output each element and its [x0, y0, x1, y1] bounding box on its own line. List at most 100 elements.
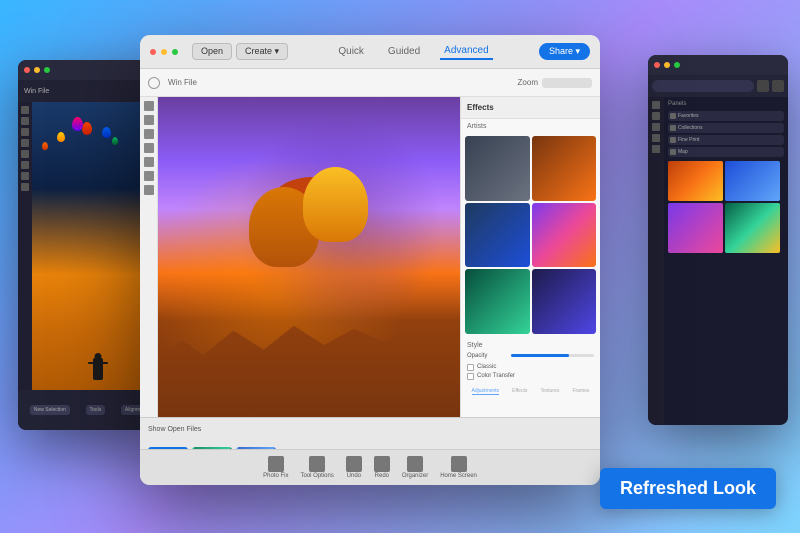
right-sidebar-icon-5[interactable] [652, 145, 660, 153]
right-sidebar-icon-4[interactable] [652, 134, 660, 142]
right-sidebar-icon-3[interactable] [652, 123, 660, 131]
artists-label: Artists [461, 119, 600, 132]
home-screen-label: Home Screen [440, 473, 477, 479]
adj-effects[interactable]: Effects [512, 388, 527, 394]
classic-checkbox[interactable] [467, 364, 474, 371]
shape-tool[interactable] [144, 185, 154, 195]
style-label: Style [461, 338, 600, 351]
right-panel-map[interactable]: Map [668, 147, 784, 157]
tool-5[interactable] [21, 150, 29, 158]
redo-icon [374, 456, 390, 472]
opacity-fill [511, 354, 569, 357]
right-max-dot[interactable] [674, 62, 680, 68]
undo-icon [346, 456, 362, 472]
expand-dot[interactable] [44, 67, 50, 73]
right-panel-favorites[interactable]: Favorites [668, 111, 784, 121]
tool-3[interactable] [21, 128, 29, 136]
balloon-small2 [112, 137, 118, 145]
right-photo-row-1 [668, 161, 784, 201]
search-icon[interactable] [148, 77, 160, 89]
right-min-dot[interactable] [664, 62, 670, 68]
panel-dot-3 [670, 137, 676, 143]
right-icon-btn-2[interactable] [772, 80, 784, 92]
right-photo-stack [668, 161, 784, 253]
right-panel-collections[interactable]: Collections [668, 123, 784, 133]
text-tool[interactable] [144, 171, 154, 181]
tool-7[interactable] [21, 172, 29, 180]
color-transfer-row: Color Transfer [467, 373, 594, 380]
opacity-slider[interactable] [511, 354, 594, 357]
right-close-dot[interactable] [654, 62, 660, 68]
toolbar-label: Win File [168, 78, 197, 87]
tool-options-icon [309, 456, 325, 472]
adj-frames[interactable]: Frames [572, 388, 589, 394]
create-button[interactable]: Create ▾ [236, 43, 288, 60]
select-tool[interactable] [144, 101, 154, 111]
left-tool-panel [140, 97, 158, 417]
panel-thumb-6[interactable] [532, 269, 597, 334]
left-btn-1[interactable]: New Selection [30, 405, 70, 415]
brush-tool[interactable] [144, 129, 154, 139]
organizer-item[interactable]: Organizer [402, 456, 428, 479]
adj-textures[interactable]: Textures [540, 388, 559, 394]
photo-fix-tool[interactable]: Photo Fix [263, 456, 288, 479]
tool-options-item[interactable]: Tool Options [300, 456, 333, 479]
panel-dot-4 [670, 149, 676, 155]
tab-advanced[interactable]: Advanced [440, 43, 492, 60]
right-panels: Favorites Collections Fine Print Map [668, 111, 784, 157]
clone-tool[interactable] [144, 157, 154, 167]
effects-panel: Effects Artists Style Opacity Cl [460, 97, 600, 417]
undo-item[interactable]: Undo [346, 456, 362, 479]
center-min-dot[interactable] [161, 49, 167, 55]
right-photo-1[interactable] [668, 161, 723, 201]
tool-1[interactable] [21, 106, 29, 114]
panel-thumb-5[interactable] [465, 269, 530, 334]
right-photo-3[interactable] [668, 203, 723, 253]
minimize-dot[interactable] [34, 67, 40, 73]
undo-label: Undo [347, 473, 361, 479]
right-photo-4[interactable] [725, 203, 780, 253]
heal-tool[interactable] [144, 143, 154, 153]
strip-top-bar: Show Open Files [140, 418, 600, 440]
close-dot[interactable] [24, 67, 30, 73]
center-window: Open Create ▾ Quick Guided Advanced Shar… [140, 35, 600, 485]
right-icon-btn-1[interactable] [757, 80, 769, 92]
tool-6[interactable] [21, 161, 29, 169]
tool-8[interactable] [21, 183, 29, 191]
crop-tool[interactable] [144, 115, 154, 125]
balloon-red [82, 122, 92, 135]
right-search-bar[interactable] [652, 80, 754, 92]
redo-item[interactable]: Redo [374, 456, 390, 479]
center-close-dot[interactable] [150, 49, 156, 55]
tab-quick[interactable]: Quick [334, 44, 368, 59]
right-sidebar-icon-2[interactable] [652, 112, 660, 120]
tab-guided[interactable]: Guided [384, 44, 424, 59]
tool-2[interactable] [21, 117, 29, 125]
right-window: Panels Favorites Collections Fine Print … [648, 55, 788, 425]
tool-4[interactable] [21, 139, 29, 147]
photo-fix-label: Photo Fix [263, 473, 288, 479]
right-photo-2[interactable] [725, 161, 780, 201]
right-sidebar-icon-1[interactable] [652, 101, 660, 109]
share-button[interactable]: Share ▾ [539, 43, 590, 60]
right-section-label: Panels [668, 101, 784, 107]
color-transfer-checkbox[interactable] [467, 373, 474, 380]
organizer-icon [407, 456, 423, 472]
home-screen-item[interactable]: Home Screen [440, 456, 477, 479]
adj-adjustments[interactable]: Adjustments [472, 388, 500, 395]
left-btn-2[interactable]: Tools [86, 405, 106, 415]
panel-dot-2 [670, 125, 676, 131]
panel-thumb-3[interactable] [465, 203, 530, 268]
open-button[interactable]: Open [192, 43, 232, 60]
center-max-dot[interactable] [172, 49, 178, 55]
organizer-label: Organizer [402, 473, 428, 479]
panel-thumb-1[interactable] [465, 136, 530, 201]
right-toolbar [648, 75, 788, 97]
right-panel-fine-print[interactable]: Fine Print [668, 135, 784, 145]
balloon-multi [72, 117, 83, 131]
panel-thumb-4[interactable] [532, 203, 597, 268]
center-traffic-dots [150, 49, 178, 55]
panel-thumb-2[interactable] [532, 136, 597, 201]
zoom-input[interactable] [542, 78, 592, 88]
right-photo-row-2 [668, 203, 784, 253]
